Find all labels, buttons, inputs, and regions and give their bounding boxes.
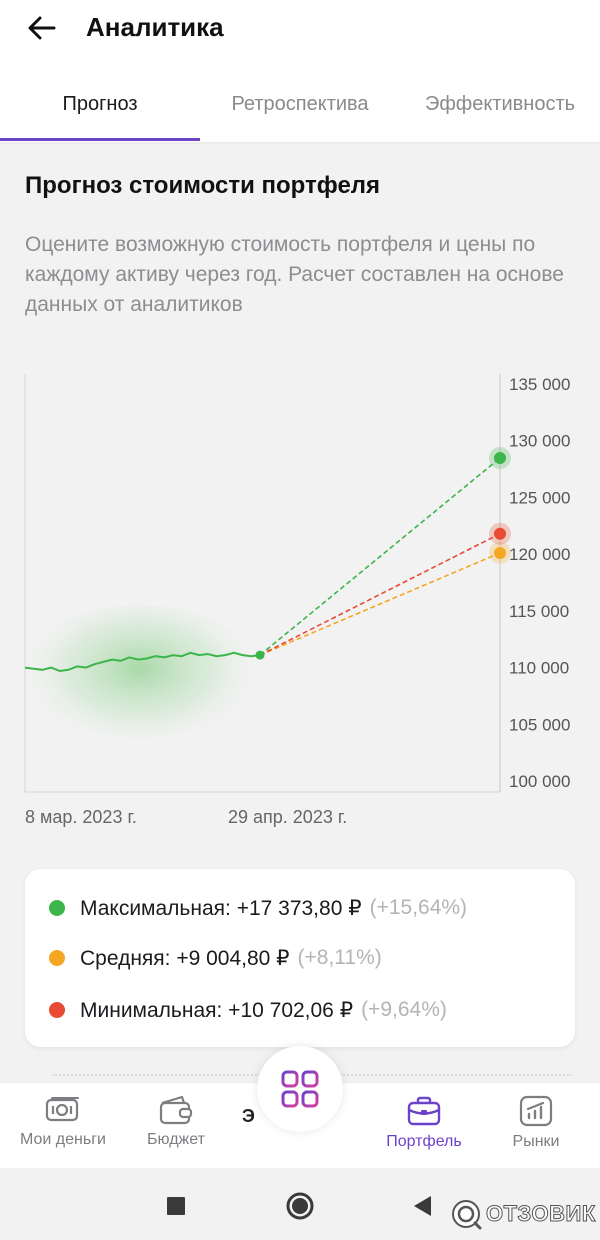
briefcase-icon xyxy=(407,1096,441,1126)
projection-lines xyxy=(259,457,501,656)
legend-item-max: Максимальная: +17 373,80 ₽ (+15,64%) xyxy=(49,893,467,923)
legend-max-label: Максимальная: +17 373,80 ₽ xyxy=(80,896,362,920)
projection-line-min xyxy=(259,532,501,656)
home-icon xyxy=(286,1192,314,1220)
page-title: Аналитика xyxy=(86,12,224,42)
legend-dot-avg xyxy=(49,950,65,966)
recent-apps-button[interactable] xyxy=(158,1188,194,1224)
app-header: Аналитика Прогноз Ретроспектива Эффектив… xyxy=(0,0,600,144)
arrow-left-icon xyxy=(28,16,56,40)
projection-dot-max xyxy=(494,452,506,465)
nav-label-budget: Бюджет xyxy=(147,1131,205,1148)
nav-item-markets[interactable]: Рынки xyxy=(490,1095,582,1165)
y-tick-label: 115 000 xyxy=(509,602,569,621)
forecast-title: Прогноз стоимости портфеля xyxy=(25,172,381,199)
legend-item-avg: Средняя: +9 004,80 ₽ (+8,11%) xyxy=(49,943,382,973)
nav-label-markets: Рынки xyxy=(512,1133,560,1150)
money-icon xyxy=(45,1097,79,1122)
markets-chart-icon xyxy=(519,1095,553,1127)
grid-apps-icon xyxy=(281,1070,319,1108)
portfolio-forecast-chart: 135 000 130 000 125 000 120 000 115 000 110 0… xyxy=(15,374,570,827)
legend-dot-min xyxy=(49,1002,65,1018)
center-label-partial: Э xyxy=(242,1106,255,1126)
projection-line-avg xyxy=(259,552,501,656)
x-label-end: 29 апр. 2023 г. xyxy=(228,807,347,827)
otzovik-watermark: ОТЗОВИК xyxy=(450,1196,596,1232)
tab-retrospective[interactable]: Ретроспектива xyxy=(200,78,400,142)
legend-avg-label: Средняя: +9 004,80 ₽ xyxy=(80,946,290,970)
y-tick-label: 100 000 xyxy=(509,772,570,791)
nav-item-budget[interactable]: Бюджет xyxy=(128,1095,224,1165)
projection-dot-avg xyxy=(494,546,506,559)
projection-line-max xyxy=(259,457,501,656)
header-divider xyxy=(0,142,600,144)
x-label-start: 8 мар. 2023 г. xyxy=(25,807,137,827)
y-tick-label: 125 000 xyxy=(509,488,570,507)
y-tick-label: 105 000 xyxy=(509,715,570,734)
legend-item-min: Минимальная: +10 702,06 ₽ (+9,64%) xyxy=(49,995,447,1025)
tab-forecast[interactable]: Прогноз xyxy=(0,78,200,142)
tab-efficiency[interactable]: Эффективность xyxy=(400,78,600,142)
watermark-text: ОТЗОВИК xyxy=(486,1201,596,1227)
legend-max-percent: (+15,64%) xyxy=(369,896,468,919)
recent-apps-icon xyxy=(167,1197,185,1215)
nav-item-my-money[interactable]: Мои деньги xyxy=(8,1095,118,1165)
projection-dot-min xyxy=(494,527,506,540)
active-tab-indicator xyxy=(0,138,200,141)
nav-item-portfolio[interactable]: Портфель xyxy=(372,1095,476,1165)
back-icon xyxy=(414,1196,431,1216)
history-glow xyxy=(15,605,265,765)
tab-bar: Прогноз Ретроспектива Эффективность xyxy=(0,78,600,144)
back-button[interactable] xyxy=(22,8,62,48)
legend-dot-max xyxy=(49,900,65,916)
y-tick-label: 130 000 xyxy=(509,432,570,451)
legend-avg-percent: (+8,11%) xyxy=(297,946,382,969)
legend-min-label: Минимальная: +10 702,06 ₽ xyxy=(80,998,354,1022)
forecast-description: Оцените возможную стоимость портфеля и ц… xyxy=(25,233,564,316)
system-back-button[interactable] xyxy=(404,1188,440,1224)
otzovik-logo-icon xyxy=(452,1200,482,1230)
wallet-icon xyxy=(159,1095,193,1125)
nav-label-portfolio: Портфель xyxy=(386,1133,462,1150)
nav-label-my-money: Мои деньги xyxy=(20,1131,106,1148)
home-button[interactable] xyxy=(282,1188,318,1224)
center-apps-button[interactable] xyxy=(257,1046,343,1132)
y-tick-label: 110 000 xyxy=(509,659,569,678)
y-tick-label: 120 000 xyxy=(509,545,570,564)
legend-min-percent: (+9,64%) xyxy=(361,998,447,1021)
forecast-legend-card: Максимальная: +17 373,80 ₽ (+15,64%) Сре… xyxy=(25,869,575,1047)
y-axis-ticks: 135 000 130 000 125 000 120 000 115 000 110 0… xyxy=(509,375,570,791)
y-tick-label: 135 000 xyxy=(509,375,570,394)
last-point-dot xyxy=(255,650,265,660)
